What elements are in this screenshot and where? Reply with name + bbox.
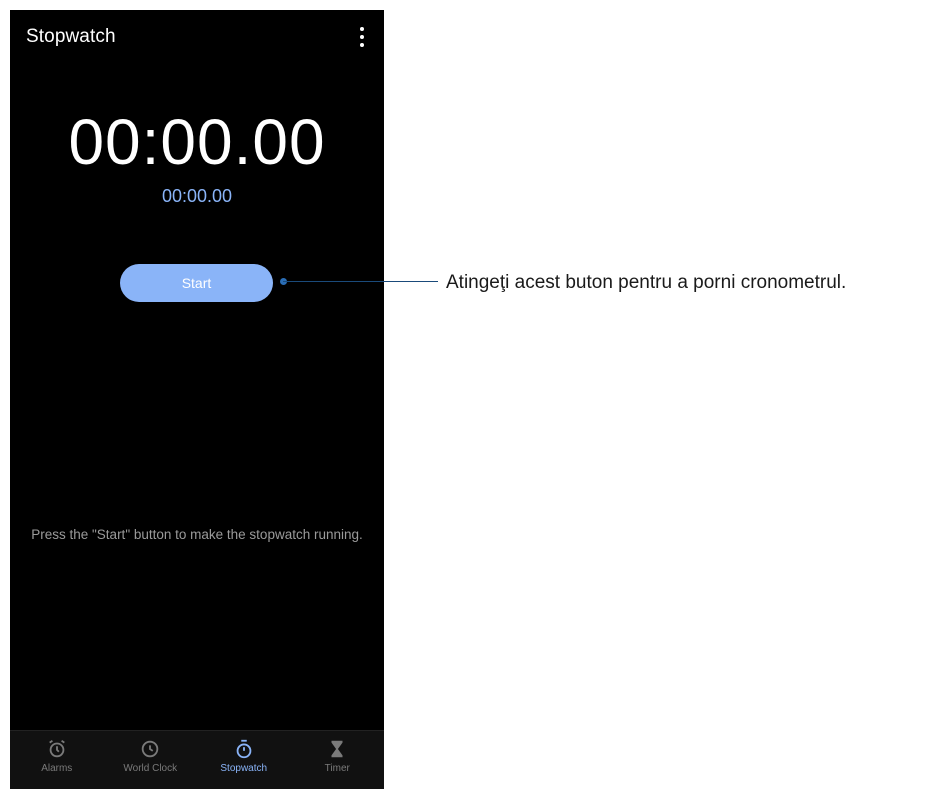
- nav-item-stopwatch[interactable]: Stopwatch: [197, 731, 291, 789]
- nav-item-timer[interactable]: Timer: [291, 731, 385, 789]
- lap-time-display: 00:00.00: [161, 186, 233, 206]
- clock-icon: [142, 740, 159, 758]
- more-vert-dot: [360, 35, 364, 39]
- elapsed-time-display: 00:00.00: [68, 106, 326, 178]
- page-title: Stopwatch: [26, 26, 116, 47]
- more-vert-dot: [360, 43, 364, 47]
- alarm-clock-icon: [48, 739, 65, 758]
- start-button[interactable]: Start: [120, 264, 273, 302]
- nav-label-alarms: Alarms: [41, 763, 73, 774]
- more-vert-icon: [360, 27, 364, 31]
- bottom-navigation: Alarms World Clock Stopwatch Timer: [10, 730, 384, 789]
- callout-annotation: Atingeţi acest buton pentru a porni cron…: [446, 272, 847, 293]
- phone-screen: Stopwatch 00:00.00 00:00.00 Start Press …: [10, 10, 384, 789]
- hint-text: Press the "Start" button to make the sto…: [31, 527, 363, 542]
- hourglass-icon: [331, 740, 343, 758]
- nav-label-stopwatch: Stopwatch: [220, 763, 268, 774]
- stopwatch-icon: [236, 739, 252, 759]
- nav-item-world-clock[interactable]: World Clock: [104, 731, 198, 789]
- app-bar: Stopwatch: [10, 10, 384, 66]
- more-options-button[interactable]: [354, 26, 370, 48]
- nav-label-world-clock: World Clock: [123, 763, 178, 774]
- nav-item-alarms[interactable]: Alarms: [10, 731, 104, 789]
- nav-label-timer: Timer: [324, 763, 350, 774]
- callout-line: [283, 281, 438, 282]
